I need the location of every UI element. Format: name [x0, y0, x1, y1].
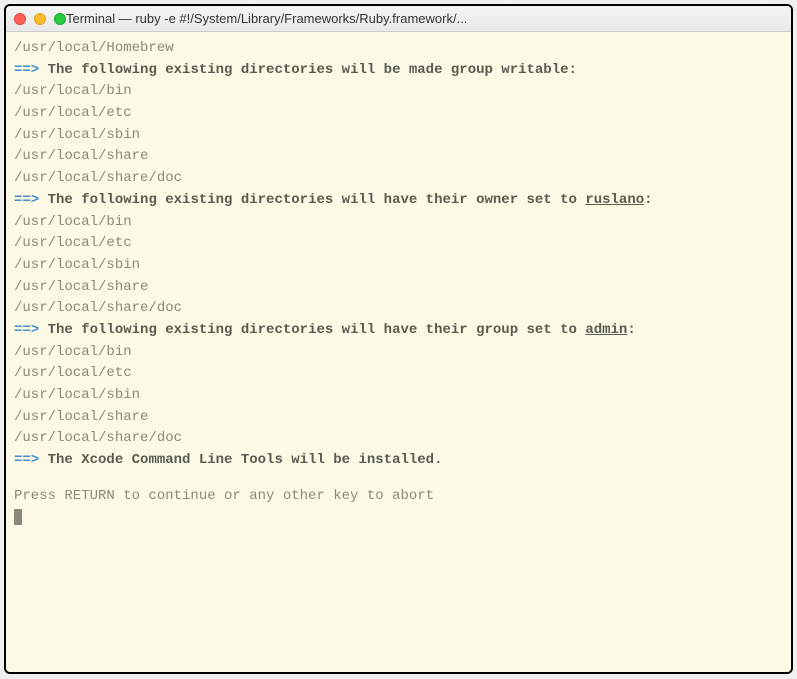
traffic-lights: [14, 13, 66, 25]
output-line: /usr/local/share/doc: [14, 428, 783, 450]
group-name: admin: [585, 322, 627, 338]
output-line: /usr/local/bin: [14, 212, 783, 234]
colon: :: [644, 192, 652, 208]
output-line: /usr/local/sbin: [14, 125, 783, 147]
terminal-window: Terminal — ruby -e #!/System/Library/Fra…: [4, 4, 793, 674]
output-line: /usr/local/etc: [14, 363, 783, 385]
window-title: Terminal — ruby -e #!/System/Library/Fra…: [66, 11, 783, 26]
close-button[interactable]: [14, 13, 26, 25]
output-line: /usr/local/share: [14, 277, 783, 299]
output-line: /usr/local/bin: [14, 81, 783, 103]
output-line: ==> The following existing directories w…: [14, 190, 783, 212]
output-line: ==> The Xcode Command Line Tools will be…: [14, 450, 783, 472]
arrow-icon: ==>: [14, 62, 39, 78]
colon: :: [627, 322, 635, 338]
cursor-icon: [14, 509, 22, 525]
output-line: /usr/local/share: [14, 146, 783, 168]
output-line: /usr/local/etc: [14, 233, 783, 255]
output-line: /usr/local/share: [14, 407, 783, 429]
arrow-icon: ==>: [14, 192, 39, 208]
output-line: /usr/local/bin: [14, 342, 783, 364]
output-line: ==> The following existing directories w…: [14, 320, 783, 342]
msg-owner: The following existing directories will …: [48, 192, 586, 208]
arrow-icon: ==>: [14, 322, 39, 338]
output-line: ==> The following existing directories w…: [14, 60, 783, 82]
output-line: /usr/local/share/doc: [14, 298, 783, 320]
terminal-body[interactable]: /usr/local/Homebrew ==> The following ex…: [6, 32, 791, 672]
output-line: /usr/local/share/doc: [14, 168, 783, 190]
owner-name: ruslano: [585, 192, 644, 208]
cursor-line: [14, 507, 783, 529]
output-line: /usr/local/Homebrew: [14, 38, 783, 60]
minimize-button[interactable]: [34, 13, 46, 25]
maximize-button[interactable]: [54, 13, 66, 25]
msg-group: The following existing directories will …: [48, 322, 586, 338]
titlebar: Terminal — ruby -e #!/System/Library/Fra…: [6, 6, 791, 32]
msg-writable: The following existing directories will …: [48, 62, 577, 78]
prompt-line: Press RETURN to continue or any other ke…: [14, 486, 783, 508]
msg-xcode: The Xcode Command Line Tools will be ins…: [48, 452, 443, 468]
output-line: /usr/local/sbin: [14, 255, 783, 277]
output-line: /usr/local/sbin: [14, 385, 783, 407]
arrow-icon: ==>: [14, 452, 39, 468]
output-line: /usr/local/etc: [14, 103, 783, 125]
